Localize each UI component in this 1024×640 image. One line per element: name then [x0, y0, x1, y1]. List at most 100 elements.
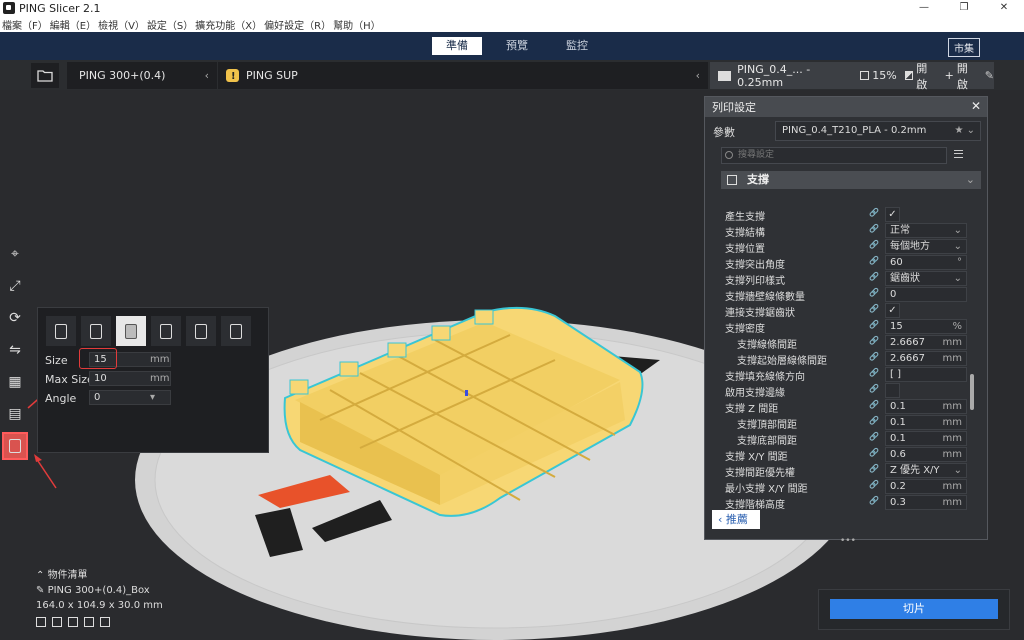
- view-top-icon[interactable]: [68, 617, 78, 627]
- mode-bar: 準備 預覽 監控 市集: [0, 32, 1024, 60]
- link-icon[interactable]: 🔗: [869, 304, 879, 313]
- view-left-icon[interactable]: [84, 617, 94, 627]
- setting-checkbox[interactable]: [885, 383, 900, 398]
- link-icon[interactable]: 🔗: [869, 336, 879, 345]
- setting-input[interactable]: 15%: [885, 319, 967, 334]
- menu-file[interactable]: 檔案（F）: [2, 17, 48, 32]
- shape-cube-button[interactable]: [116, 316, 146, 346]
- setting-input[interactable]: 60 °: [885, 255, 967, 270]
- link-icon[interactable]: 🔗: [869, 464, 879, 473]
- printer-selector[interactable]: PING 300+(0.4) ‹: [67, 62, 217, 89]
- settings-menu-icon[interactable]: [954, 150, 963, 158]
- setting-unit: mm: [942, 497, 962, 508]
- support-blocker-button[interactable]: ▤: [2, 400, 28, 428]
- menu-preferences[interactable]: 偏好設定（R）: [264, 17, 331, 32]
- profile-icon: [718, 70, 732, 81]
- setting-dropdown[interactable]: Z 優先 X/Y ⌄: [885, 463, 967, 478]
- custom-support-button[interactable]: [2, 432, 28, 460]
- shape-custom-button[interactable]: [221, 316, 251, 346]
- view-right-icon[interactable]: [100, 617, 110, 627]
- setting-input[interactable]: 0.6 mm: [885, 447, 967, 462]
- setting-input[interactable]: 0: [885, 287, 967, 302]
- rotate-tool-button[interactable]: ⟳: [2, 304, 28, 332]
- setting-checkbox[interactable]: ✓: [885, 207, 900, 222]
- shape-tube-button[interactable]: [81, 316, 111, 346]
- print-profile-button[interactable]: PING_0.4_... - 0.25mm 15% 開啟 + 開啟 ✎: [710, 61, 994, 91]
- close-window-button[interactable]: ✕: [984, 0, 1024, 16]
- setting-input[interactable]: 0.2 mm: [885, 479, 967, 494]
- menu-help[interactable]: 幫助（H）: [333, 17, 381, 32]
- setting-input[interactable]: 0.1 mm: [885, 399, 967, 414]
- setting-input[interactable]: 0.1 mm: [885, 431, 967, 446]
- setting-input[interactable]: 2.6667 mm: [885, 351, 967, 366]
- view-3d-icon[interactable]: [36, 617, 46, 627]
- shape-abutment-button[interactable]: [186, 316, 216, 346]
- shape-wedge-button[interactable]: [151, 316, 181, 346]
- setting-label: 支撐牆壁線條數量: [725, 292, 805, 303]
- resize-handle[interactable]: •••: [840, 536, 856, 546]
- material-selector[interactable]: PING SUP ‹: [218, 62, 708, 90]
- menu-edit[interactable]: 編輯（E）: [50, 17, 96, 32]
- setting-dropdown[interactable]: 正常 ⌄: [885, 223, 967, 238]
- link-icon[interactable]: 🔗: [869, 416, 879, 425]
- menu-view[interactable]: 檢視（V）: [98, 17, 145, 32]
- search-icon: [725, 151, 733, 159]
- link-icon[interactable]: 🔗: [869, 480, 879, 489]
- printer-name: PING 300+(0.4): [79, 69, 166, 82]
- tab-prepare[interactable]: 準備: [432, 37, 482, 55]
- angle-input[interactable]: 0: [89, 390, 171, 405]
- link-icon[interactable]: 🔗: [869, 224, 879, 233]
- setting-input[interactable]: 0.3 mm: [885, 495, 967, 510]
- link-icon[interactable]: 🔗: [869, 208, 879, 217]
- link-icon[interactable]: 🔗: [869, 368, 879, 377]
- link-icon[interactable]: 🔗: [869, 320, 879, 329]
- settings-search-input[interactable]: 搜尋設定: [721, 147, 947, 164]
- setting-input[interactable]: 2.6667 mm: [885, 335, 967, 350]
- mirror-tool-button[interactable]: ⇋: [2, 336, 28, 364]
- chevron-left-icon: ‹: [695, 69, 700, 82]
- link-icon[interactable]: 🔗: [869, 448, 879, 457]
- per-model-settings-button[interactable]: ▦: [2, 368, 28, 396]
- link-icon[interactable]: 🔗: [869, 496, 879, 505]
- link-icon[interactable]: 🔗: [869, 400, 879, 409]
- recommended-button[interactable]: ‹ 推薦: [712, 510, 760, 529]
- link-icon[interactable]: 🔗: [869, 240, 879, 249]
- mirror-icon: ⇋: [9, 342, 21, 358]
- setting-label: 支撐間距優先權: [725, 468, 795, 479]
- object-list-header[interactable]: ⌃ 物件清單: [36, 566, 163, 581]
- slice-button[interactable]: 切片: [830, 599, 998, 619]
- link-icon[interactable]: 🔗: [869, 384, 879, 393]
- category-support[interactable]: 支撐 ⌄: [721, 171, 981, 189]
- link-icon[interactable]: 🔗: [869, 352, 879, 361]
- support-icon: [904, 71, 914, 80]
- setting-unit: %: [952, 321, 962, 332]
- tab-preview[interactable]: 預覽: [492, 37, 542, 55]
- setting-row: 支撐起始層線條間距 🔗 2.6667 mm: [705, 351, 973, 367]
- setting-row: 支撐頂部間距 🔗 0.1 mm: [705, 415, 973, 431]
- tab-monitor[interactable]: 監控: [552, 37, 602, 55]
- menu-settings[interactable]: 設定（S）: [147, 17, 193, 32]
- open-file-button[interactable]: [31, 63, 59, 88]
- link-icon[interactable]: 🔗: [869, 272, 879, 281]
- adhesion-state: 開啟: [956, 61, 968, 91]
- setting-input[interactable]: [ ]: [885, 367, 967, 382]
- minimize-button[interactable]: —: [904, 0, 944, 16]
- maximize-button[interactable]: ❐: [944, 0, 984, 16]
- setting-dropdown[interactable]: 每個地方 ⌄: [885, 239, 967, 254]
- link-icon[interactable]: 🔗: [869, 288, 879, 297]
- app-logo-icon: [3, 2, 15, 14]
- scale-tool-button[interactable]: ⤢: [2, 272, 28, 300]
- setting-checkbox[interactable]: ✓: [885, 303, 900, 318]
- menu-extensions[interactable]: 擴充功能（X）: [195, 17, 262, 32]
- close-icon[interactable]: ✕: [971, 99, 981, 113]
- setting-input[interactable]: 0.1 mm: [885, 415, 967, 430]
- view-front-icon[interactable]: [52, 617, 62, 627]
- profile-dropdown[interactable]: PING_0.4_T210_PLA - 0.2mm ★ ⌄: [775, 121, 981, 141]
- setting-dropdown[interactable]: 鋸齒狀 ⌄: [885, 271, 967, 286]
- settings-scrollbar[interactable]: [970, 374, 974, 410]
- move-tool-button[interactable]: ⌖: [2, 240, 28, 268]
- shape-cylinder-button[interactable]: [46, 316, 76, 346]
- link-icon[interactable]: 🔗: [869, 256, 879, 265]
- link-icon[interactable]: 🔗: [869, 432, 879, 441]
- marketplace-button[interactable]: 市集: [948, 38, 980, 57]
